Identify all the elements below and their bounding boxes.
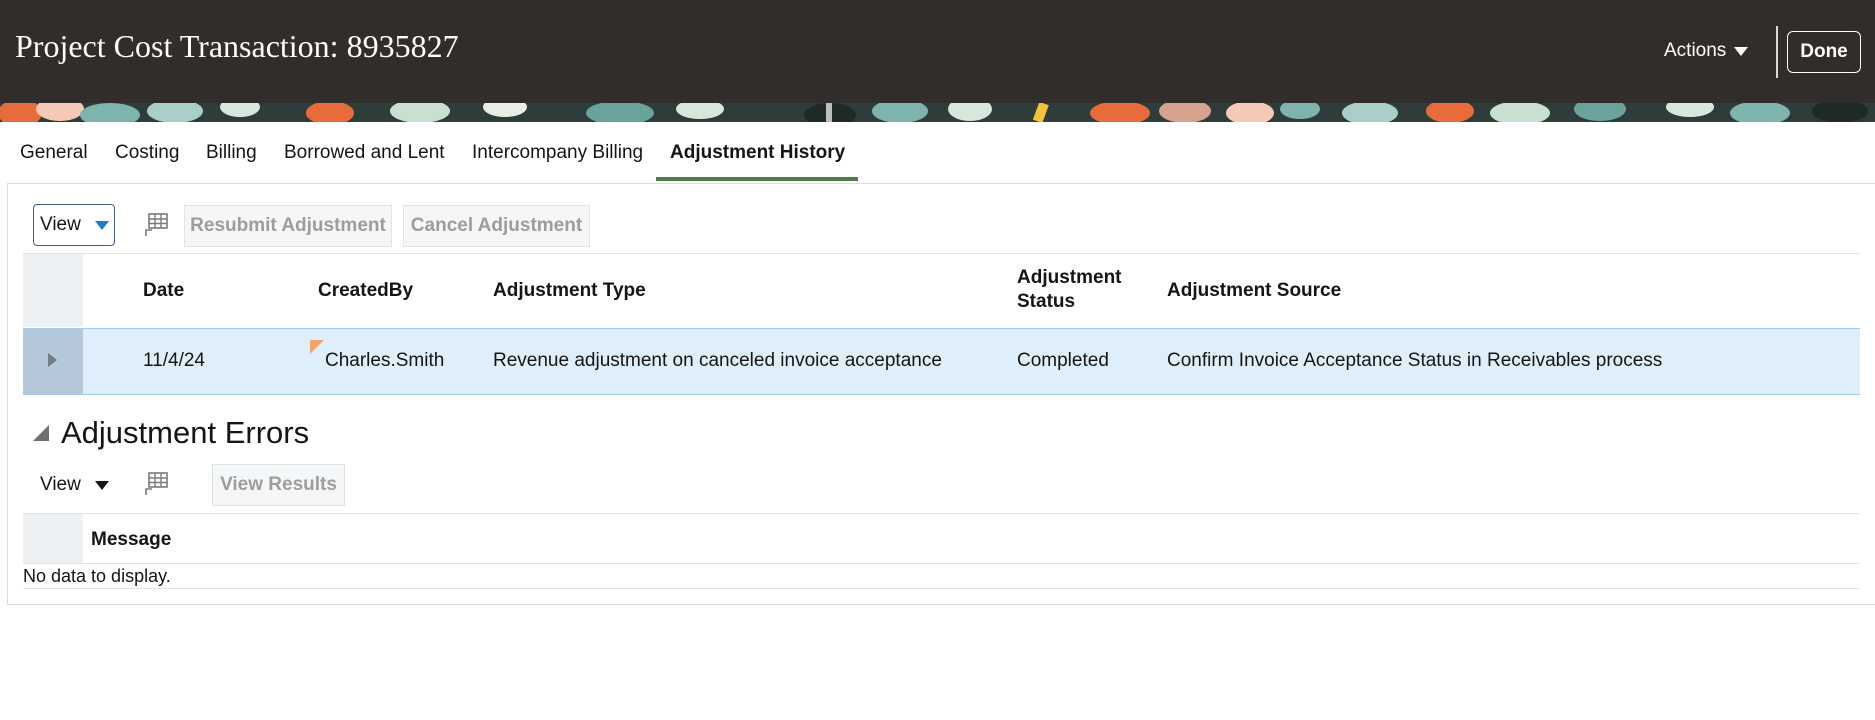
active-tab-indicator bbox=[656, 177, 858, 181]
tab-bar: General Costing Billing Borrowed and Len… bbox=[0, 122, 1875, 183]
tab-general[interactable]: General bbox=[20, 142, 88, 164]
chevron-right-icon[interactable] bbox=[48, 353, 57, 367]
section-title-adjustment-errors: Adjustment Errors bbox=[61, 415, 310, 450]
column-header-line: Adjustment bbox=[1017, 267, 1122, 288]
table-top-border bbox=[23, 253, 1860, 254]
cell-date: 11/4/24 bbox=[143, 350, 205, 371]
column-header-date[interactable]: Date bbox=[143, 279, 184, 303]
table-bottom-border bbox=[23, 588, 1860, 589]
header-selector-cell bbox=[23, 514, 83, 563]
detach-table-icon[interactable] bbox=[143, 471, 169, 502]
errors-view-menu[interactable]: View bbox=[40, 474, 109, 496]
column-header-adjustment-type[interactable]: Adjustment Type bbox=[493, 279, 646, 303]
done-button[interactable]: Done bbox=[1787, 31, 1861, 73]
actions-menu[interactable]: Actions bbox=[1664, 40, 1749, 62]
cell-created-by: Charles.Smith bbox=[325, 350, 445, 371]
collapse-section-icon[interactable] bbox=[33, 425, 49, 441]
cancel-adjustment-button[interactable]: Cancel Adjustment bbox=[403, 205, 590, 247]
chevron-down-icon bbox=[94, 480, 109, 490]
table-header-border bbox=[23, 563, 1860, 564]
header-divider bbox=[1776, 26, 1778, 78]
chevron-down-icon bbox=[1734, 46, 1749, 56]
column-header-message[interactable]: Message bbox=[91, 528, 171, 552]
detach-table-icon[interactable] bbox=[143, 212, 169, 243]
tab-intercompany-billing[interactable]: Intercompany Billing bbox=[472, 142, 643, 164]
view-results-button[interactable]: View Results bbox=[212, 464, 345, 506]
column-header-adjustment-status[interactable]: Adjustment Status bbox=[1017, 266, 1122, 314]
cell-adjustment-source: Confirm Invoice Acceptance Status in Rec… bbox=[1167, 350, 1663, 371]
note-flag-icon bbox=[310, 340, 324, 354]
view-menu-button[interactable]: View bbox=[33, 204, 115, 246]
actions-label: Actions bbox=[1664, 40, 1727, 61]
empty-table-message: No data to display. bbox=[23, 566, 171, 586]
tab-costing[interactable]: Costing bbox=[115, 142, 179, 164]
page-header: Project Cost Transaction: 8935827 Action… bbox=[0, 0, 1875, 103]
resubmit-adjustment-button[interactable]: Resubmit Adjustment bbox=[184, 205, 392, 247]
page-title: Project Cost Transaction: 8935827 bbox=[15, 28, 459, 64]
tab-billing[interactable]: Billing bbox=[206, 142, 257, 164]
view-label: View bbox=[40, 214, 81, 235]
tab-adjustment-history[interactable]: Adjustment History bbox=[670, 142, 845, 164]
column-header-created-by[interactable]: CreatedBy bbox=[318, 279, 413, 303]
header-selector-cell bbox=[23, 254, 83, 327]
view-label: View bbox=[40, 474, 81, 495]
column-header-adjustment-source[interactable]: Adjustment Source bbox=[1167, 279, 1341, 303]
chevron-down-icon bbox=[94, 220, 109, 230]
banner-pattern-icon bbox=[0, 103, 1875, 122]
decorative-banner bbox=[0, 103, 1875, 122]
column-header-line: Status bbox=[1017, 291, 1076, 312]
tab-borrowed-and-lent[interactable]: Borrowed and Lent bbox=[284, 142, 445, 164]
cell-adjustment-type: Revenue adjustment on canceled invoice a… bbox=[493, 350, 942, 371]
table-top-border bbox=[23, 513, 1860, 514]
cell-adjustment-status: Completed bbox=[1017, 350, 1109, 371]
